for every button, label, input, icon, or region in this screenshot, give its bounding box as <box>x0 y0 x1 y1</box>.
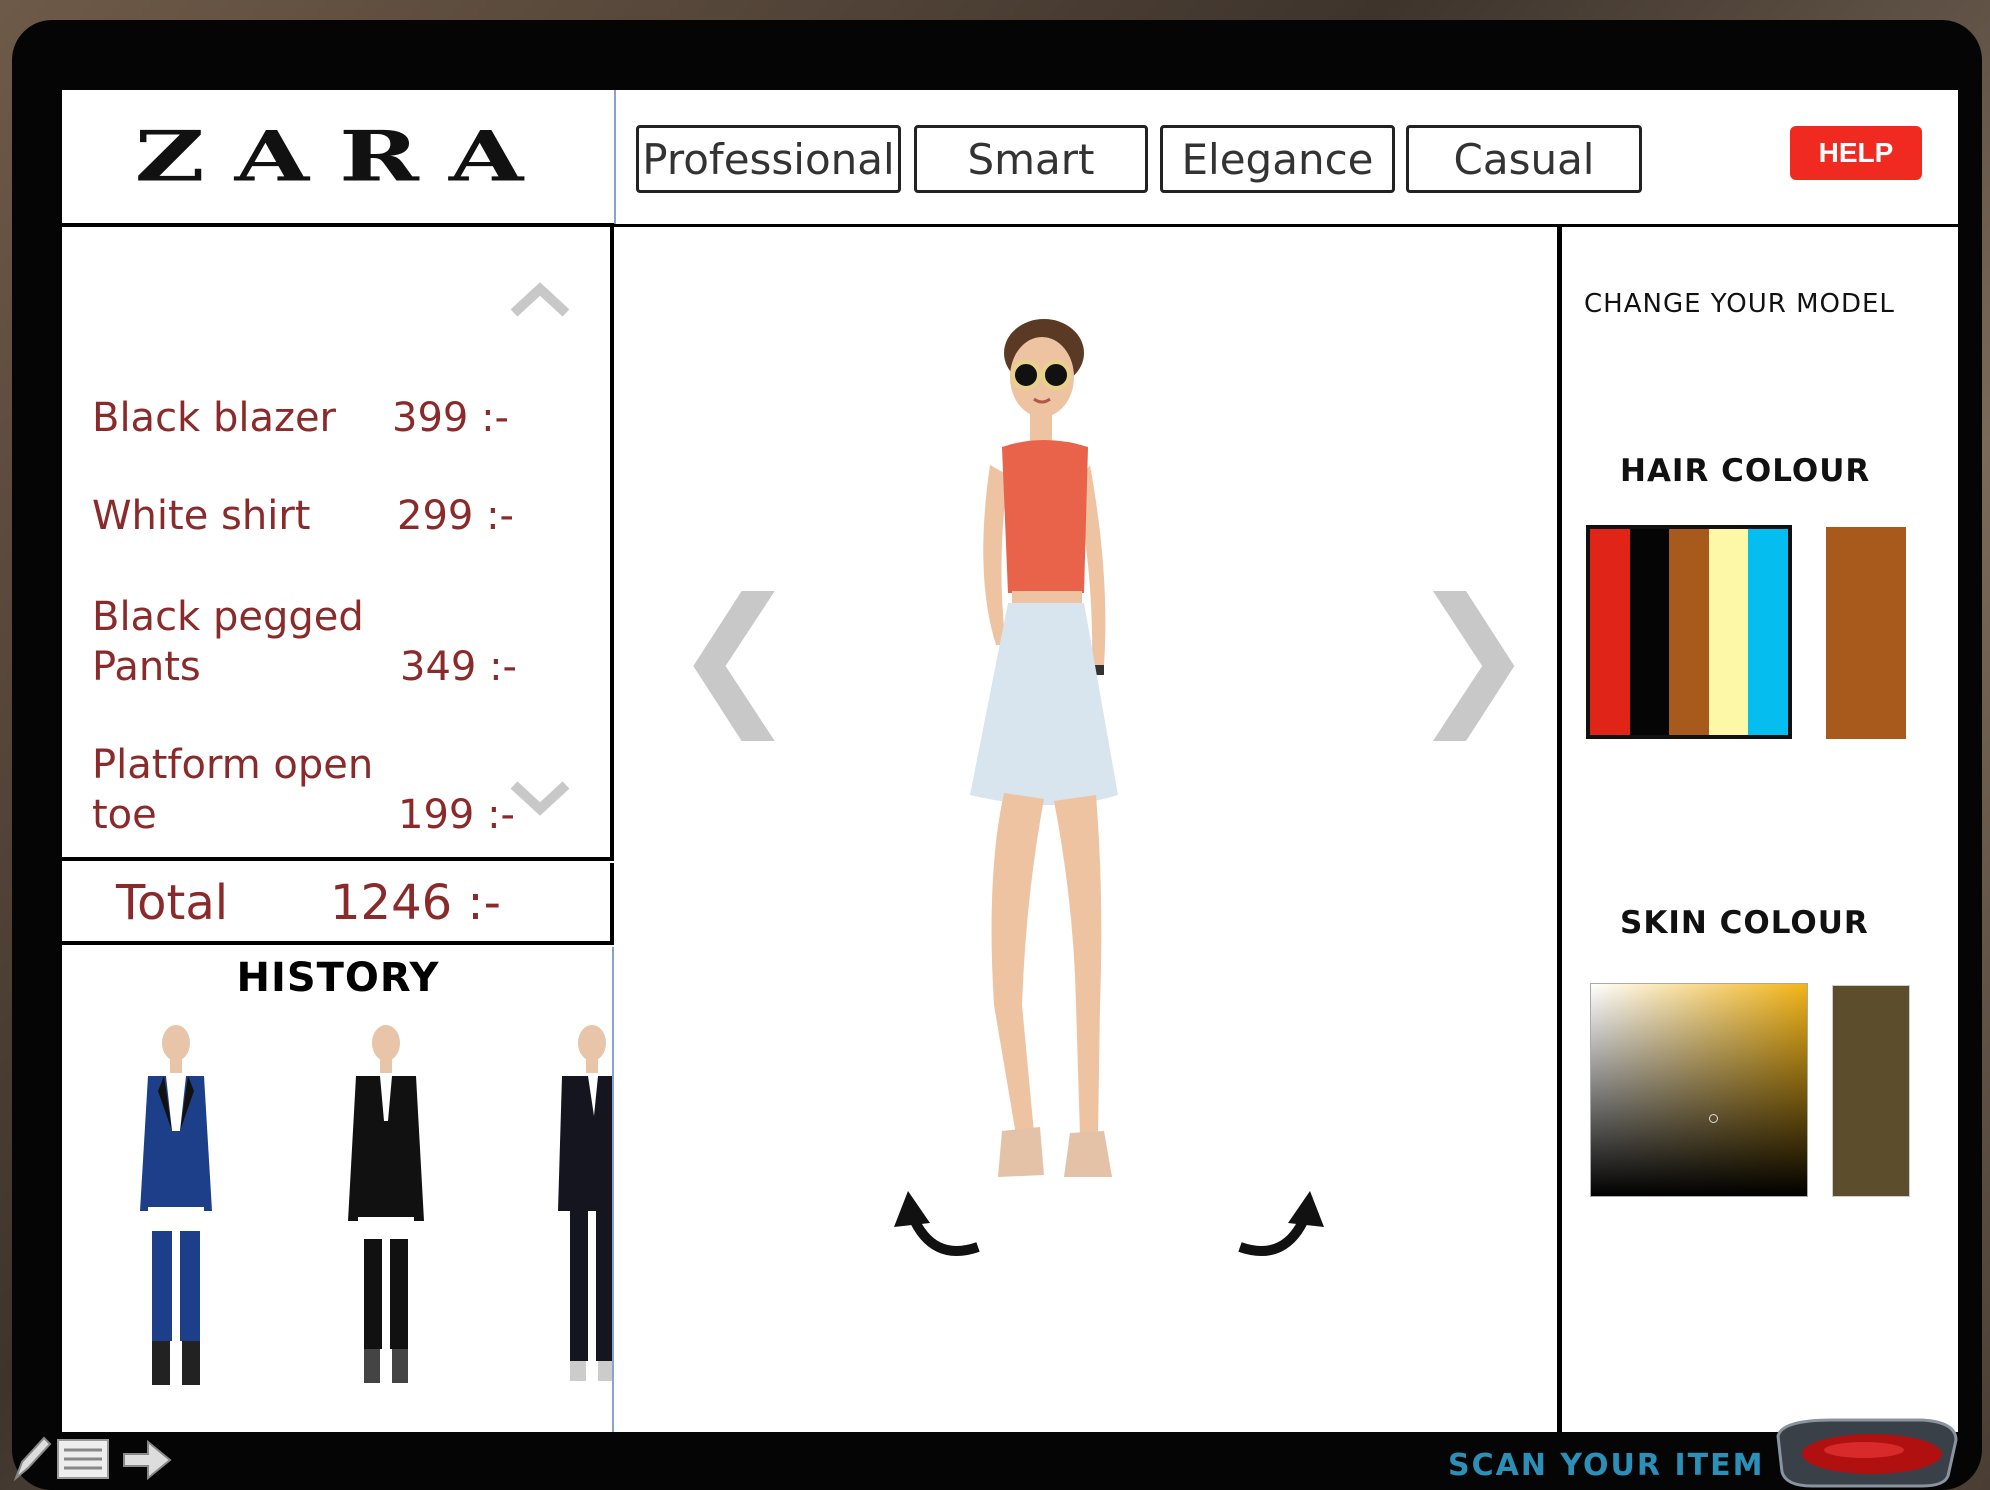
skin-colour-heading: SKIN COLOUR <box>1620 905 1869 941</box>
skin-selected-swatch <box>1832 985 1910 1197</box>
history-outfit-black-suit[interactable] <box>542 1021 614 1401</box>
cart-item-price: 349 :- <box>400 644 517 690</box>
cart-item-price: 199 :- <box>398 792 515 838</box>
scan-your-item-label: SCAN YOUR ITEM <box>1448 1448 1765 1483</box>
previous-arrow-icon[interactable]: ❮ <box>672 579 798 729</box>
hair-swatch-blue[interactable] <box>1748 529 1788 735</box>
history-outfit-black-blazer[interactable] <box>336 1021 436 1401</box>
pen-icon[interactable] <box>12 1432 52 1482</box>
zara-logo: ZARA <box>134 115 554 198</box>
cart-total: Total 1246 :- <box>62 863 614 945</box>
tab-smart[interactable]: Smart <box>914 125 1148 193</box>
history-panel: HISTORY <box>62 947 614 1432</box>
hair-colour-heading: HAIR COLOUR <box>1620 453 1871 489</box>
cart-item-price: 399 :- <box>392 395 509 441</box>
scroll-up-icon[interactable] <box>510 279 570 319</box>
hair-swatch-red[interactable] <box>1590 529 1630 735</box>
forward-arrow-icon[interactable] <box>122 1438 172 1482</box>
hair-swatch-brown[interactable] <box>1669 529 1709 735</box>
cart-item-name: Platform open <box>92 742 374 788</box>
fashion-model-image <box>970 319 1118 1177</box>
tab-elegance[interactable]: Elegance <box>1160 125 1395 193</box>
menu-list-icon[interactable] <box>56 1438 110 1480</box>
cart-item: White shirt 299 :- <box>92 491 572 541</box>
history-outfit-blue-blazer[interactable] <box>126 1021 226 1401</box>
model-viewer: ❮ ❯ <box>614 227 1562 1432</box>
cart-item: Black pegged Pants 349 :- <box>92 592 572 692</box>
hair-selected-swatch <box>1826 527 1906 739</box>
app-screen: ZARA Professional Smart Elegance Casual … <box>62 90 1958 1432</box>
device-frame: ZARA Professional Smart Elegance Casual … <box>12 20 1982 1490</box>
cart-item-price: 299 :- <box>397 493 514 539</box>
skin-picker-cursor[interactable] <box>1709 1114 1718 1123</box>
cart-panel: Black blazer 399 :- White shirt 299 :- B… <box>62 225 614 861</box>
history-title: HISTORY <box>236 955 440 1001</box>
cart-item: Platform open toe 199 :- <box>92 740 572 840</box>
help-button[interactable]: HELP <box>1790 126 1922 180</box>
cart-item-name: Black pegged <box>92 594 364 640</box>
total-value: 1246 :- <box>330 875 501 931</box>
skin-colour-picker[interactable] <box>1590 983 1808 1197</box>
cart-item-name: White shirt <box>92 493 311 539</box>
next-arrow-icon[interactable]: ❯ <box>1410 579 1536 729</box>
logo-area: ZARA <box>62 90 616 227</box>
rotate-right-icon[interactable] <box>1226 1187 1336 1267</box>
change-model-title: CHANGE YOUR MODEL <box>1584 289 1895 319</box>
cart-item: Black blazer 399 :- <box>92 393 572 443</box>
tab-professional[interactable]: Professional <box>636 125 901 193</box>
scanner-device-icon[interactable] <box>1772 1416 1962 1490</box>
customize-panel: CHANGE YOUR MODEL HAIR COLOUR SKIN COLOU… <box>1564 227 1958 1432</box>
hair-colour-palette <box>1586 525 1792 739</box>
total-label: Total <box>116 875 229 931</box>
hair-swatch-blonde[interactable] <box>1708 529 1749 735</box>
cart-item-name: Black blazer <box>92 395 337 441</box>
hair-swatch-black[interactable] <box>1629 529 1670 735</box>
tab-casual[interactable]: Casual <box>1406 125 1642 193</box>
scroll-down-icon[interactable] <box>510 779 570 819</box>
rotate-left-icon[interactable] <box>882 1187 992 1267</box>
